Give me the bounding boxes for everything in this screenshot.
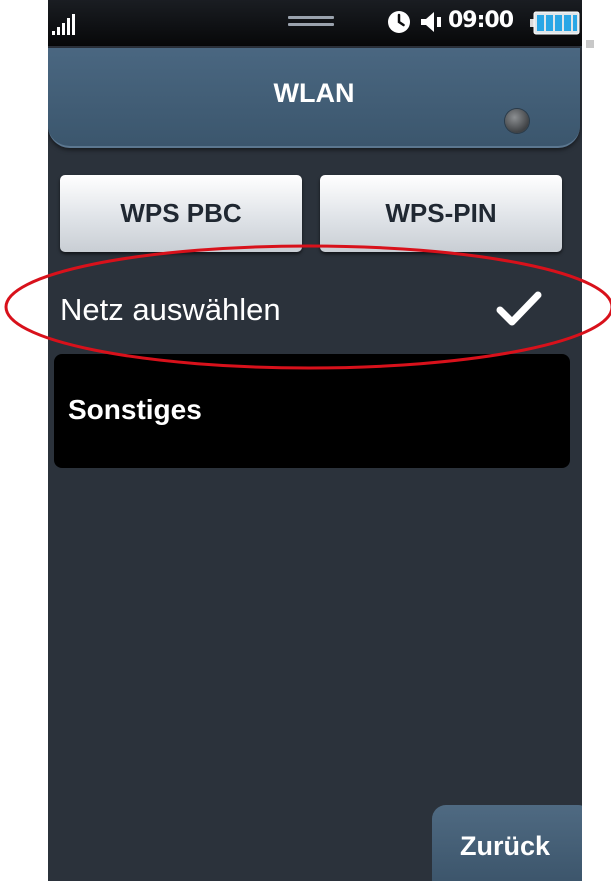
checkmark-icon [496, 291, 542, 326]
list-item-netz-auswaehlen[interactable]: Netz auswählen [48, 268, 582, 350]
status-bar: 09:00 [48, 0, 582, 46]
title-bar: WLAN [48, 48, 580, 148]
battery-icon [530, 11, 580, 35]
decorative-mark [586, 40, 594, 48]
list-item-sonstiges[interactable]: Sonstiges [54, 354, 570, 468]
clock-icon [388, 11, 410, 33]
list-item-label: Netz auswählen [60, 292, 281, 327]
wps-pbc-button[interactable]: WPS PBC [60, 175, 302, 252]
phone-screen: 09:00 WLAN WPS PBC WPS-PIN Netz auswähle… [48, 0, 582, 881]
page-title: WLAN [273, 78, 355, 108]
signal-icon [52, 14, 75, 35]
wps-pin-button[interactable]: WPS-PIN [320, 175, 562, 252]
back-button[interactable]: Zurück [432, 805, 582, 881]
status-time: 09:00 [448, 8, 514, 33]
speaker-icon [421, 12, 441, 32]
status-indicator-icon [505, 109, 529, 133]
list-item-label: Sonstiges [68, 394, 202, 425]
drag-handle-icon[interactable] [288, 14, 334, 28]
